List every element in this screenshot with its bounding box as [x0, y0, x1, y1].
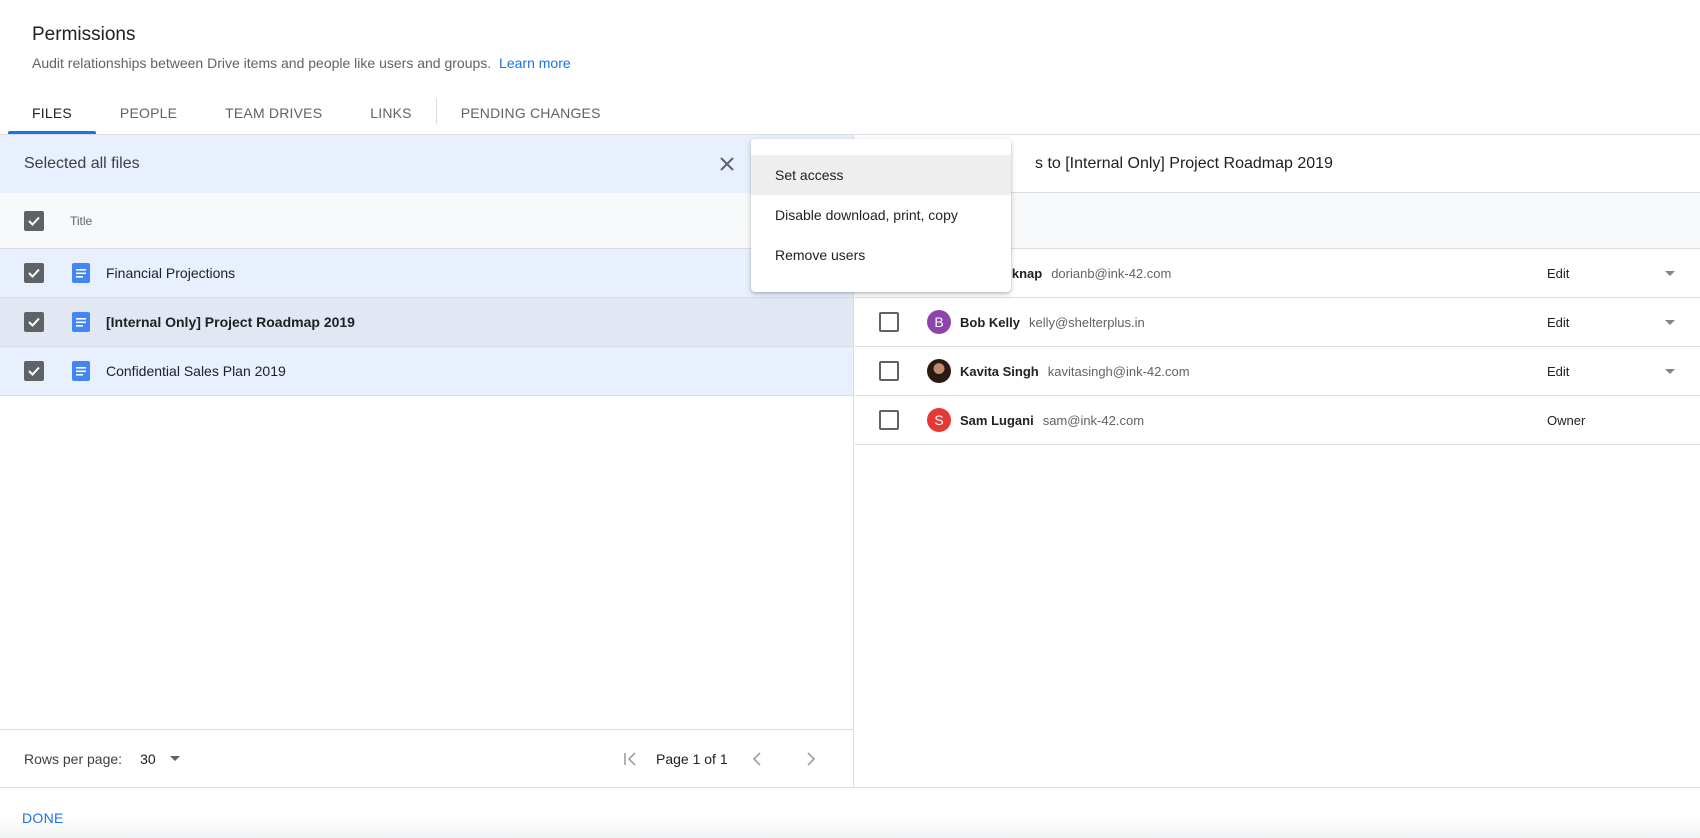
file-checkbox[interactable] — [24, 361, 44, 381]
person-checkbox[interactable] — [879, 410, 899, 430]
page-header: Permissions Audit relationships between … — [32, 24, 571, 71]
next-page-button[interactable] — [798, 747, 822, 771]
checkmark-icon — [28, 366, 40, 376]
learn-more-link[interactable]: Learn more — [499, 55, 571, 71]
column-title-header: Title — [70, 213, 93, 228]
docs-icon — [72, 263, 90, 283]
close-icon — [720, 157, 734, 171]
person-email: sam@ink-42.com — [1042, 412, 1145, 428]
file-checkbox[interactable] — [24, 263, 44, 283]
avatar: S — [927, 408, 951, 432]
file-row[interactable]: Financial Projections — [0, 249, 853, 298]
people-panel-title: s to [Internal Only] Project Roadmap 201… — [1035, 154, 1333, 172]
pager: Page 1 of 1 — [618, 730, 822, 788]
role-select[interactable]: Edit — [1547, 364, 1569, 379]
role-select[interactable]: Edit — [1547, 315, 1569, 330]
chevron-right-icon — [807, 752, 815, 766]
pagination-footer: Rows per page: 30 Page 1 of 1 — [0, 729, 853, 787]
menu-item-disable-download[interactable]: Disable download, print, copy — [751, 195, 1011, 235]
docs-icon — [72, 361, 90, 381]
done-button[interactable]: DONE — [22, 810, 64, 826]
person-email: dorianb@ink-42.com — [1051, 265, 1172, 281]
tab-pending-changes[interactable]: PENDING CHANGES — [437, 92, 625, 134]
rows-per-page-select[interactable]: 30 — [140, 751, 156, 767]
chevron-down-icon[interactable] — [1665, 319, 1675, 325]
person-row[interactable]: B Bob Kelly kelly@shelterplus.in Edit — [855, 298, 1700, 347]
page-indicator: Page 1 of 1 — [656, 751, 728, 767]
page-subtitle: Audit relationships between Drive items … — [32, 55, 571, 71]
person-checkbox[interactable] — [879, 312, 899, 332]
file-name: [Internal Only] Project Roadmap 2019 — [106, 314, 355, 330]
person-row[interactable]: S Sam Lugani sam@ink-42.com Owner — [855, 396, 1700, 445]
avatar: B — [927, 310, 951, 334]
chevron-left-icon — [752, 752, 761, 766]
file-row[interactable]: [Internal Only] Project Roadmap 2019 — [0, 298, 853, 347]
first-page-button[interactable] — [618, 747, 642, 771]
bulk-actions-menu: Set access Disable download, print, copy… — [751, 139, 1011, 292]
file-name: Financial Projections — [106, 265, 236, 281]
avatar — [927, 359, 951, 383]
selection-text: Selected all files — [24, 155, 140, 172]
person-name: Kavita Singh — [960, 363, 1039, 379]
files-panel: Selected all files Title Financial Proje… — [0, 135, 854, 787]
chevron-down-icon[interactable] — [1665, 368, 1675, 374]
rows-per-page-label: Rows per page: — [24, 750, 123, 767]
tab-team-drives[interactable]: TEAM DRIVES — [201, 92, 346, 134]
checkmark-icon — [28, 317, 40, 327]
file-checkbox[interactable] — [24, 312, 44, 332]
role-select[interactable]: Edit — [1547, 266, 1569, 281]
page-title: Permissions — [32, 24, 136, 45]
chevron-down-icon[interactable] — [1665, 270, 1675, 276]
docs-icon — [72, 312, 90, 332]
files-table-header: Title — [0, 193, 853, 249]
role-label: Owner — [1547, 412, 1586, 428]
first-page-icon — [624, 752, 636, 766]
person-name: Bob Kelly — [960, 314, 1020, 330]
checkmark-icon — [28, 216, 40, 226]
checkmark-icon — [28, 268, 40, 278]
chevron-down-icon[interactable] — [169, 756, 180, 761]
select-all-checkbox[interactable] — [24, 210, 44, 231]
tab-bar: FILES PEOPLE TEAM DRIVES LINKS PENDING C… — [8, 92, 625, 134]
person-email: kavitasingh@ink-42.com — [1047, 363, 1190, 379]
previous-page-button[interactable] — [746, 747, 770, 771]
tab-people[interactable]: PEOPLE — [96, 92, 201, 134]
person-row[interactable]: Kavita Singh kavitasingh@ink-42.com Edit — [855, 347, 1700, 396]
person-email: kelly@shelterplus.in — [1028, 314, 1145, 330]
person-name: Sam Lugani — [960, 412, 1034, 428]
permissions-page: Permissions Audit relationships between … — [0, 0, 1700, 838]
tab-links[interactable]: LINKS — [346, 92, 435, 134]
file-name: Confidential Sales Plan 2019 — [106, 363, 286, 379]
menu-item-remove-users[interactable]: Remove users — [751, 235, 1011, 275]
file-row[interactable]: Confidential Sales Plan 2019 — [0, 347, 853, 396]
selection-bar: Selected all files — [0, 135, 853, 193]
subtitle-text: Audit relationships between Drive items … — [32, 55, 492, 71]
menu-item-set-access[interactable]: Set access — [751, 155, 1011, 195]
tab-files[interactable]: FILES — [8, 92, 96, 134]
person-checkbox[interactable] — [879, 361, 899, 381]
bottom-bar: DONE — [0, 787, 1700, 838]
clear-selection-button[interactable] — [714, 151, 740, 177]
